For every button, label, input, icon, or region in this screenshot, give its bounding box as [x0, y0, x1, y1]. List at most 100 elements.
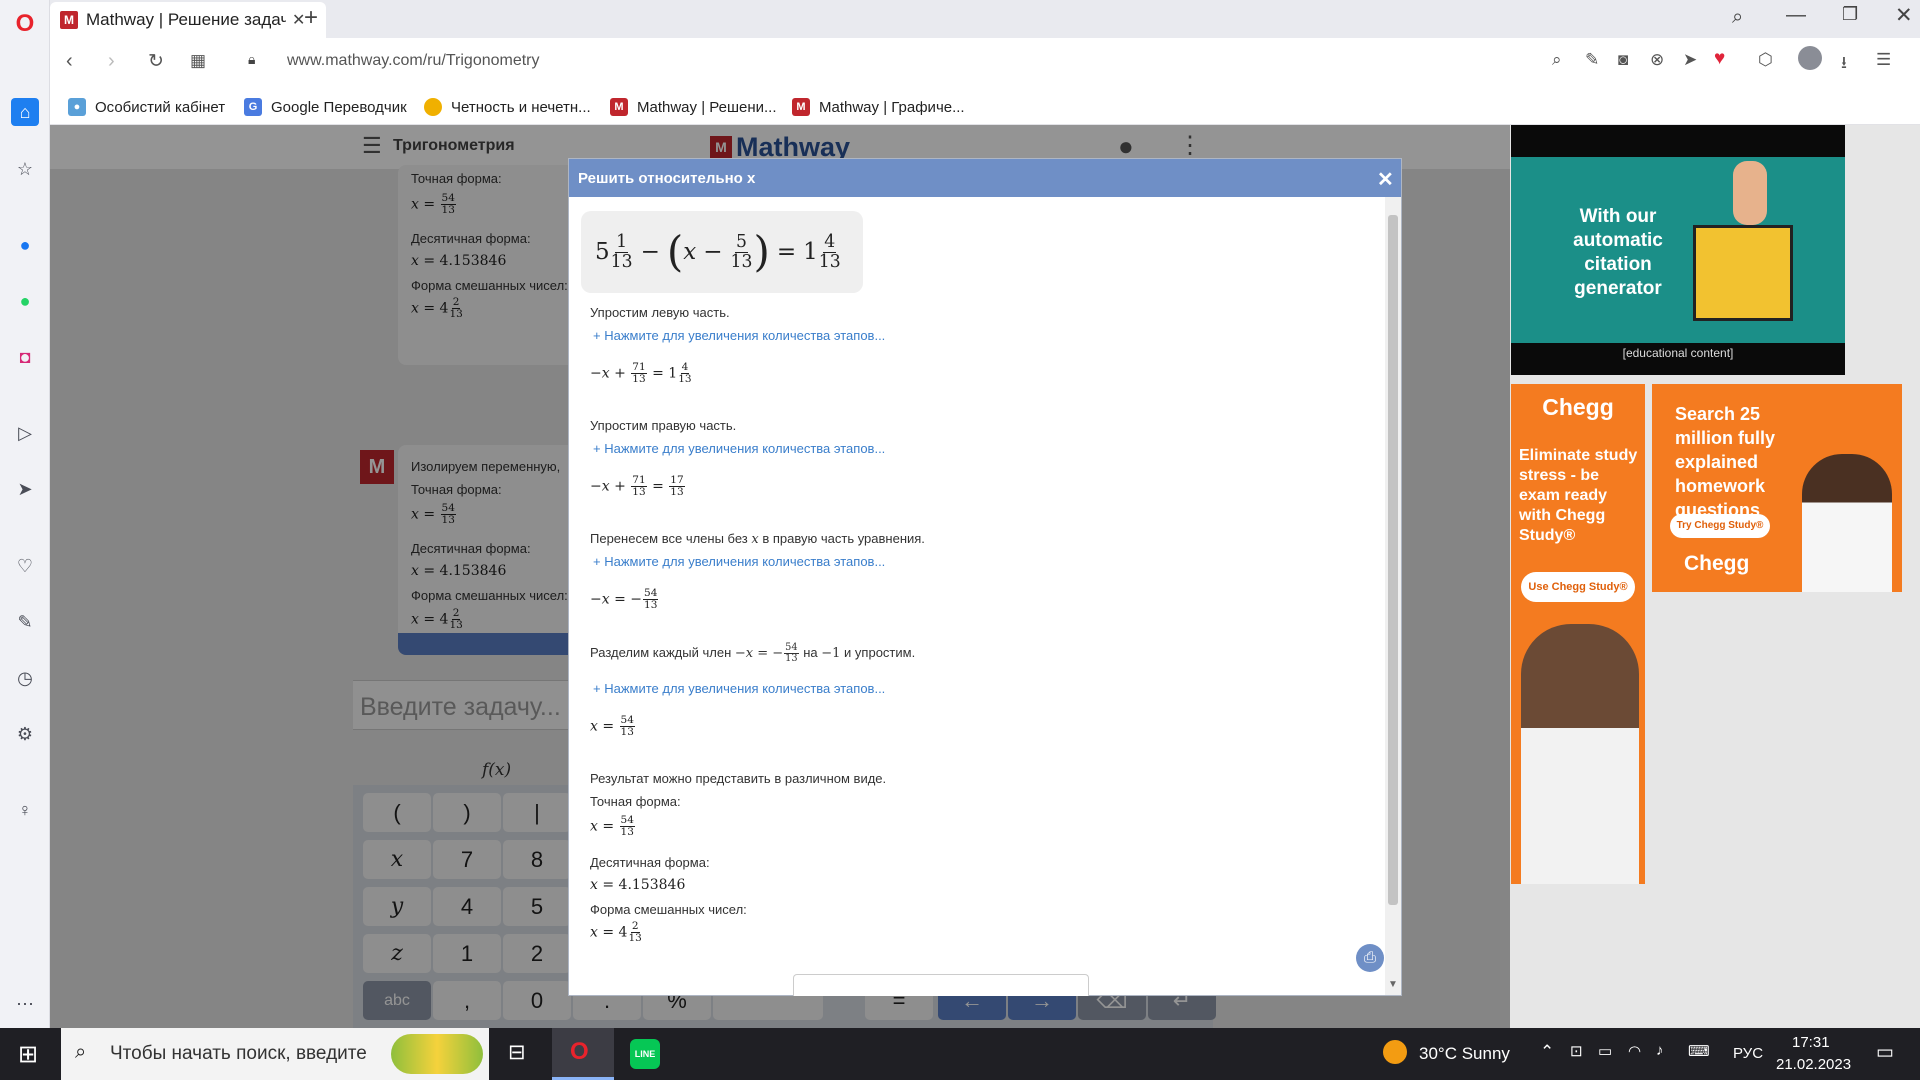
ad2-person-photo: [1521, 624, 1639, 884]
ad-citation[interactable]: With our automatic citation generator [e…: [1511, 125, 1845, 375]
tray-keyboard-icon[interactable]: ⌨: [1688, 1042, 1710, 1060]
heart-icon[interactable]: ♡: [11, 552, 39, 580]
step3-text: Перенесем все члены без x в правую часть…: [590, 531, 925, 547]
cube-icon[interactable]: ⬡: [1758, 50, 1773, 70]
edit-page-icon[interactable]: ✎: [1585, 50, 1599, 70]
favorite-heart-icon[interactable]: ♥: [1714, 48, 1725, 70]
bookmark-mathway-solve[interactable]: M Mathway | Решени...: [610, 89, 776, 125]
weather-text[interactable]: 30°C Sunny: [1419, 1044, 1510, 1064]
mathway-icon: M: [610, 98, 628, 116]
tab-mathway[interactable]: M Mathway | Решение задач ✕: [50, 2, 326, 38]
taskbar-search-icon: ⌕: [75, 1041, 87, 1063]
tray-battery-icon[interactable]: ▭: [1598, 1042, 1612, 1060]
hand-icon: [1733, 161, 1767, 225]
forward-icon[interactable]: ›: [108, 50, 115, 73]
home-icon[interactable]: ⌂: [11, 98, 39, 126]
tab-title: Mathway | Решение задач: [86, 10, 286, 29]
ad-chegg-study[interactable]: Chegg Eliminate study stress - be exam r…: [1511, 384, 1645, 884]
camera-icon[interactable]: ◙: [1618, 50, 1628, 70]
modal-scrollbar[interactable]: ▼: [1385, 197, 1401, 995]
tray-chevron-icon[interactable]: ⌃: [1540, 1042, 1554, 1062]
share-icon[interactable]: ➤: [1683, 50, 1697, 70]
more-icon[interactable]: ⋯: [11, 990, 39, 1018]
tray-time[interactable]: 17:31: [1792, 1034, 1830, 1051]
ad1-text: With our automatic citation generator: [1573, 206, 1663, 299]
messenger-icon[interactable]: ●: [11, 231, 39, 259]
line-app-icon: LINE: [630, 1039, 660, 1069]
step3-result: −x = −54 13: [590, 587, 659, 612]
easy-setup-icon[interactable]: ☰: [1876, 50, 1891, 70]
ballot-box-icon: [1693, 225, 1793, 321]
taskbar-opera[interactable]: O: [552, 1028, 614, 1080]
ad1-caption: [educational content]: [1622, 346, 1734, 360]
taskbar-search[interactable]: ⌕ Чтобы начать поиск, введите: [61, 1028, 489, 1080]
tab-bar: M Mathway | Решение задач ✕ + ⌕ — ❐ ✕: [50, 0, 1920, 38]
send-icon[interactable]: ➤: [11, 475, 39, 503]
search-tabs-icon[interactable]: ⌕: [1732, 6, 1743, 29]
modal-close-button[interactable]: ✕: [1377, 167, 1394, 192]
mixed-form-label: Форма смешанных чисел:: [590, 902, 747, 917]
tray-network-icon[interactable]: ⊡: [1570, 1042, 1583, 1060]
new-tab-button[interactable]: +: [304, 4, 318, 32]
exact-form-label: Точная форма:: [590, 794, 681, 809]
profile-icon[interactable]: [1798, 46, 1822, 70]
opera-taskbar-icon: O: [570, 1038, 589, 1065]
step3-expand-link[interactable]: + Нажмите для увеличения количества этап…: [593, 554, 885, 569]
step4-expand-link[interactable]: + Нажмите для увеличения количества этап…: [593, 681, 885, 696]
url-field[interactable]: www.mathway.com/ru/Trigonometry: [287, 52, 540, 70]
whatsapp-icon[interactable]: ●: [11, 287, 39, 315]
player-icon[interactable]: ▷: [11, 419, 39, 447]
tray-date[interactable]: 21.02.2023: [1776, 1056, 1851, 1073]
step1-text: Упростим левую часть.: [590, 305, 730, 320]
step2-result: −x + 71 13 = 17 13: [590, 474, 685, 499]
history-icon[interactable]: ◷: [11, 664, 39, 692]
ad2-button[interactable]: Use Chegg Study®: [1521, 572, 1635, 602]
close-window-button[interactable]: ✕: [1895, 3, 1913, 28]
instagram-icon[interactable]: ◘: [11, 343, 39, 371]
download-icon[interactable]: ⭳: [1841, 50, 1847, 79]
back-icon[interactable]: ‹: [66, 50, 73, 73]
lightbulb-icon[interactable]: ♀: [11, 796, 39, 824]
windows-taskbar: ⊞ ⌕ Чтобы начать поиск, введите ⊟ O LINE…: [0, 1028, 1920, 1080]
mixed-form-value: x = 4 2 13: [590, 920, 642, 945]
ad3-text: Search 25 million fully explained homewo…: [1675, 404, 1776, 520]
modal-header: Решить относительно x: [569, 159, 1401, 197]
edit-icon[interactable]: ✎: [11, 608, 39, 636]
restore-button[interactable]: ❐: [1842, 4, 1858, 25]
settings-icon[interactable]: ⚙: [11, 720, 39, 748]
bookmark-translate[interactable]: G Google Переводчик: [244, 89, 407, 125]
step2-expand-link[interactable]: + Нажмите для увеличения количества этап…: [593, 441, 885, 456]
scrollbar-thumb[interactable]: [1388, 215, 1398, 905]
windows-start-icon[interactable]: ⊞: [18, 1040, 38, 1069]
bookmark-mathway-graph[interactable]: M Mathway | Графиче...: [792, 89, 965, 125]
print-button[interactable]: ⎙: [1356, 944, 1384, 972]
taskbar-line[interactable]: LINE: [616, 1028, 676, 1080]
step2-text: Упростим правую часть.: [590, 418, 737, 433]
notifications-icon[interactable]: ▭: [1876, 1041, 1894, 1064]
reload-icon[interactable]: ↻: [148, 50, 164, 73]
zoom-icon[interactable]: ⌕: [1552, 50, 1562, 70]
minimize-button[interactable]: —: [1786, 4, 1806, 27]
opera-logo-icon[interactable]: O: [11, 10, 39, 38]
task-view-icon[interactable]: ⊟: [508, 1040, 526, 1065]
bookmarks-bar: ● Особистий кабінет G Google Переводчик Че…: [50, 89, 1920, 125]
star-icon[interactable]: ☆: [11, 155, 39, 183]
bookmark-parity[interactable]: Четность и нечетн...: [424, 89, 591, 125]
tray-volume-icon[interactable]: ♪: [1656, 1042, 1664, 1059]
ad-chegg-search[interactable]: Search 25 million fully explained homewo…: [1652, 384, 1902, 592]
search-highlight-image: [391, 1034, 483, 1074]
decimal-form-value: x = 4.153846: [590, 877, 686, 893]
tray-lang[interactable]: РУС: [1733, 1045, 1763, 1062]
tabs-grid-icon[interactable]: ▦: [190, 51, 206, 71]
tray-wifi-icon[interactable]: ◠: [1628, 1042, 1641, 1060]
step1-expand-link[interactable]: + Нажмите для увеличения количества этап…: [593, 328, 885, 343]
ad2-text: Eliminate study stress - be exam ready w…: [1519, 447, 1638, 544]
bottom-popup[interactable]: [793, 974, 1089, 996]
weather-icon: [1383, 1040, 1407, 1064]
lock-icon: 🔒︎: [248, 51, 256, 67]
ad3-button[interactable]: Try Chegg Study®: [1670, 514, 1770, 538]
step4-result: x = 54 13: [590, 714, 635, 739]
bookmark-cabinet[interactable]: ● Особистий кабінет: [68, 89, 225, 125]
scroll-down-icon[interactable]: ▼: [1388, 979, 1398, 990]
adblock-icon[interactable]: ⊗: [1650, 50, 1664, 70]
